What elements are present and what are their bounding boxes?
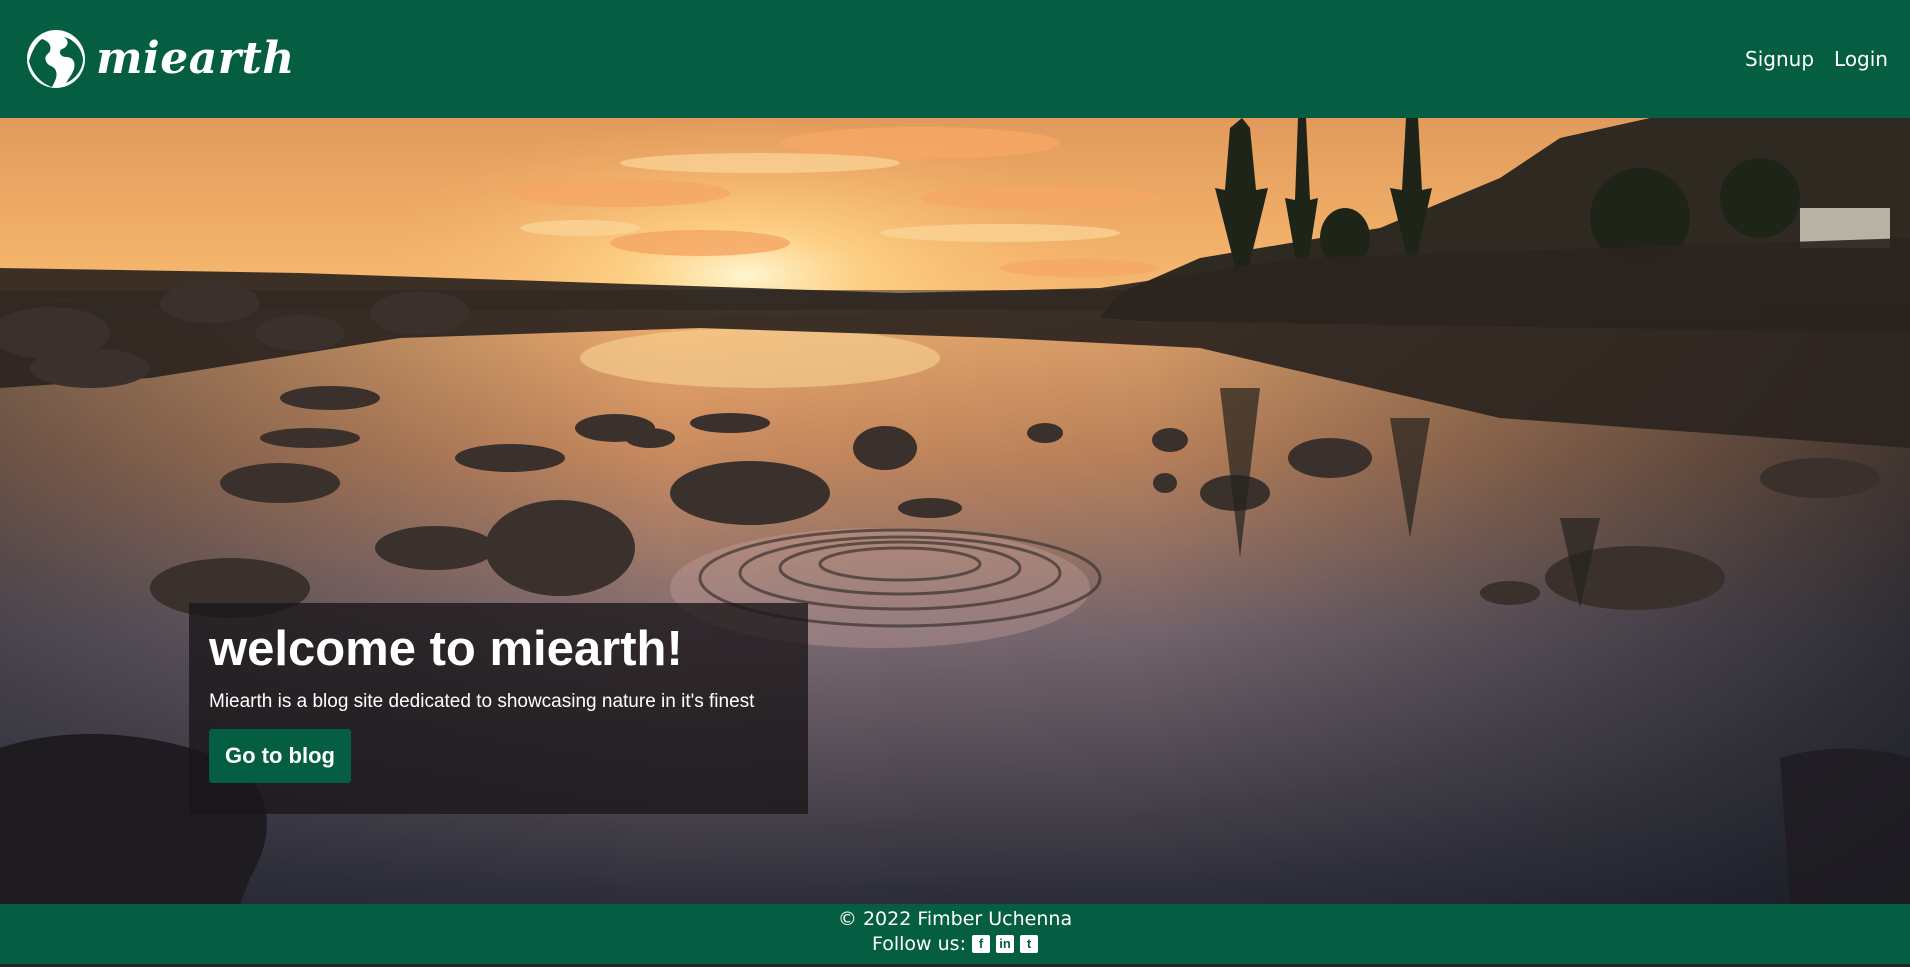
site-footer: © 2022 Fimber Uchenna Follow us: f in t xyxy=(0,904,1910,967)
linkedin-square-icon[interactable]: in xyxy=(995,935,1014,954)
brand-name: miearth xyxy=(96,33,295,84)
site-header: miearth Signup Login xyxy=(0,0,1910,118)
header-nav: Signup Login xyxy=(1745,47,1888,71)
facebook-square-icon[interactable]: f xyxy=(971,935,990,954)
welcome-card: welcome to miearth! Miearth is a blog si… xyxy=(189,603,808,814)
follow-us-label: Follow us: xyxy=(872,932,966,955)
copyright-text: © 2022 Fimber Uchenna xyxy=(837,908,1073,930)
welcome-description: Miearth is a blog site dedicated to show… xyxy=(209,690,755,712)
follow-us: Follow us: f in t xyxy=(872,931,1038,958)
globe-icon xyxy=(27,30,85,88)
login-link[interactable]: Login xyxy=(1834,47,1888,71)
twitter-square-icon[interactable]: t xyxy=(1019,935,1038,954)
signup-link[interactable]: Signup xyxy=(1745,47,1814,71)
brand-logo[interactable]: miearth xyxy=(26,29,295,89)
welcome-title: welcome to miearth! xyxy=(209,622,683,676)
hero-section: welcome to miearth! Miearth is a blog si… xyxy=(0,118,1910,904)
go-to-blog-button[interactable]: Go to blog xyxy=(209,728,351,783)
